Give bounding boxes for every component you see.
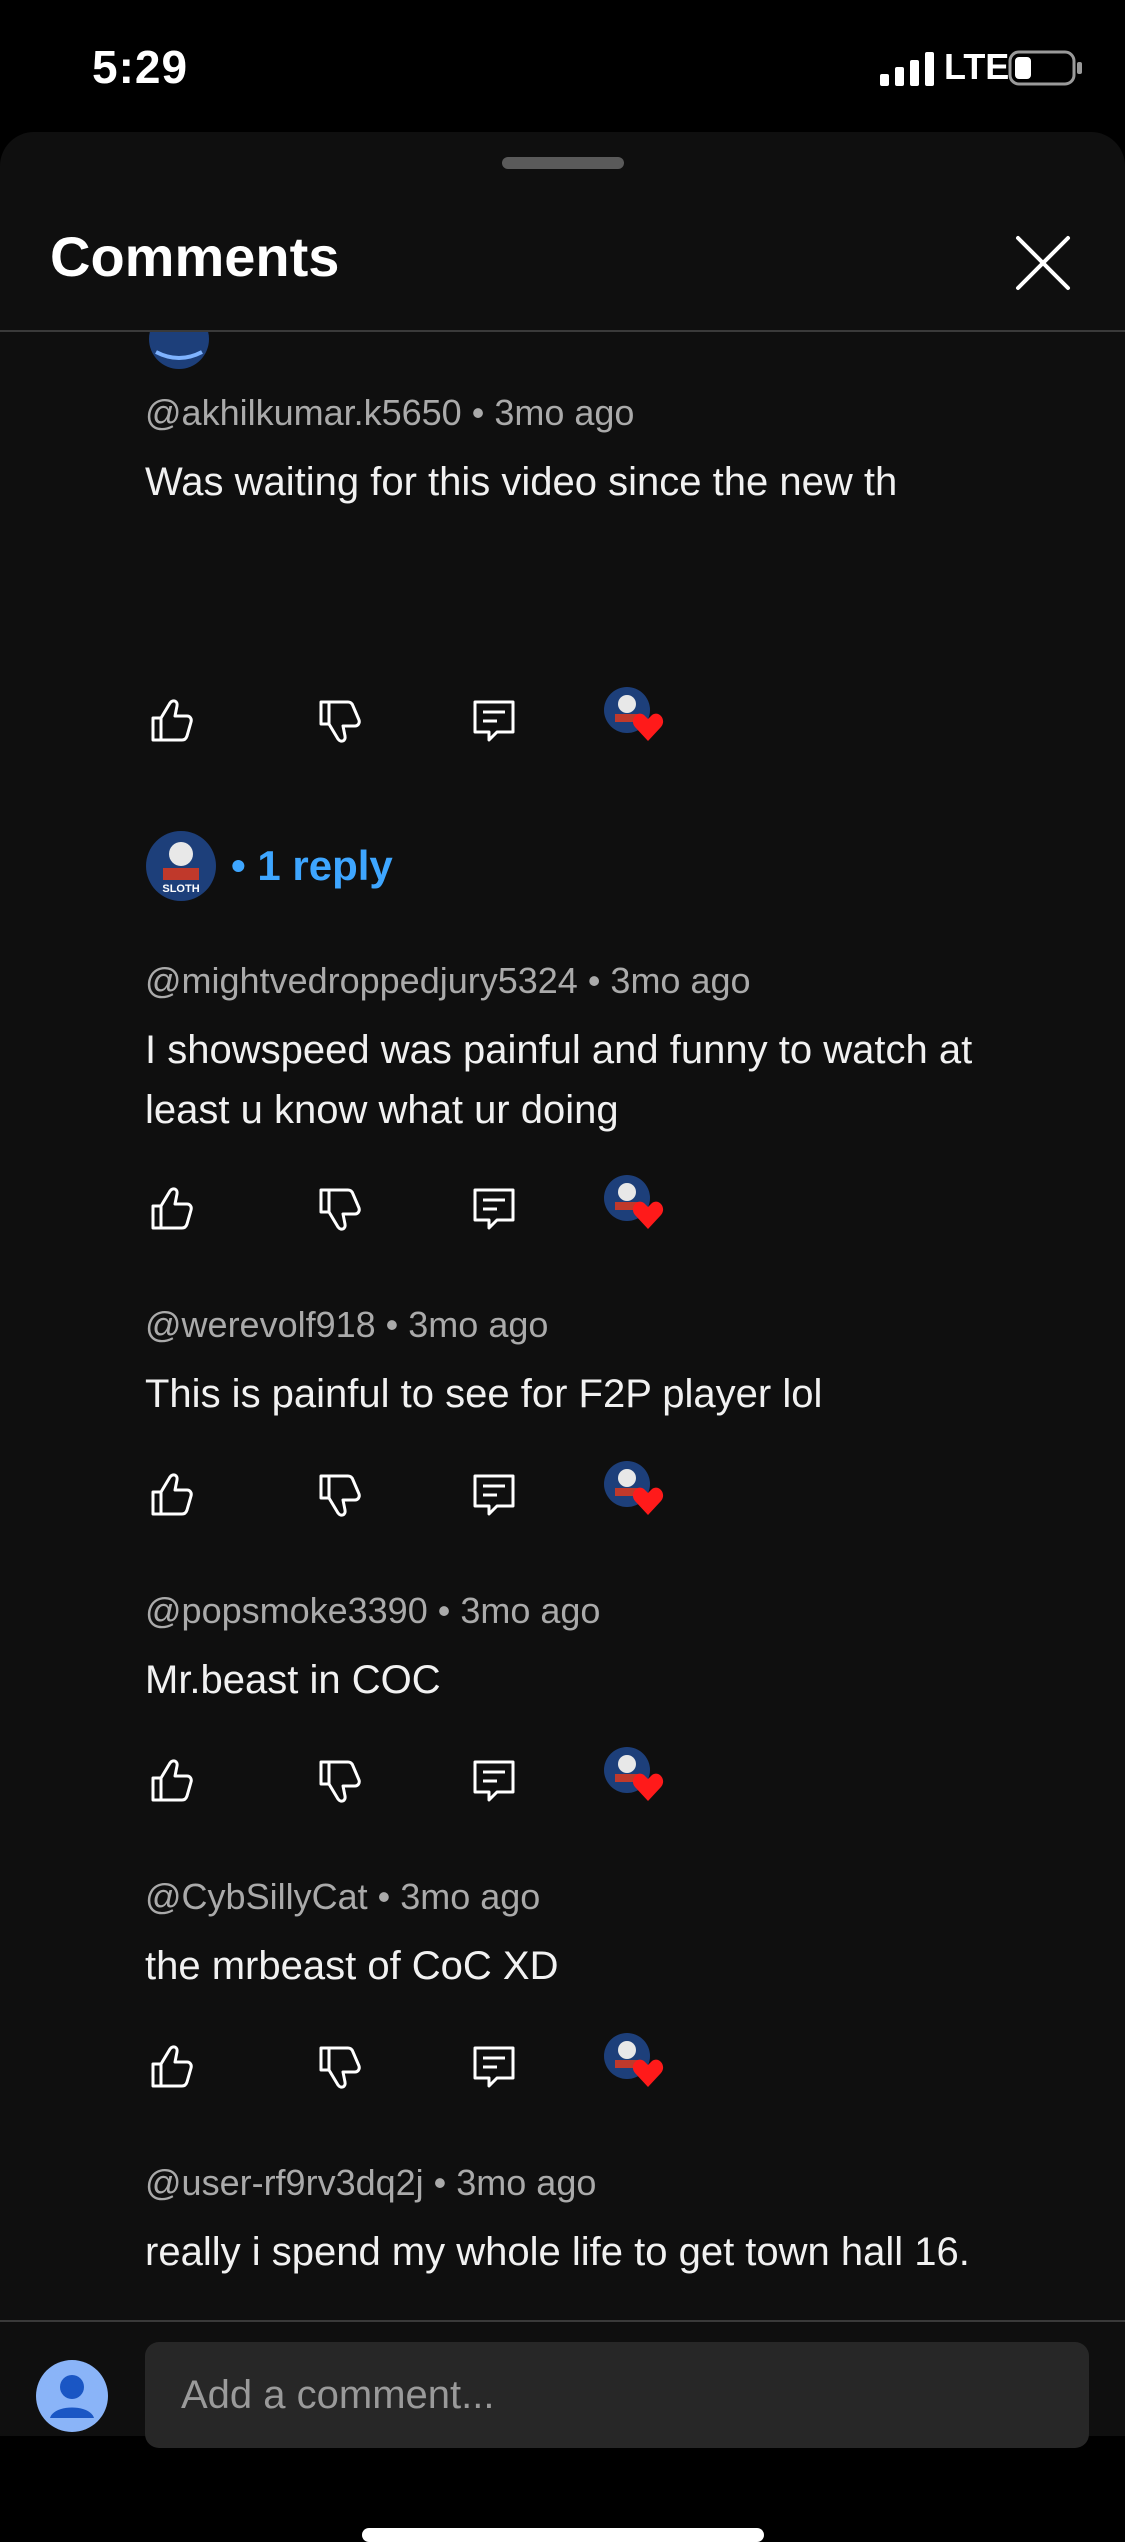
like-icon[interactable] [145,1182,199,1236]
replies-button[interactable]: SLOTH • 1 reply [145,830,745,910]
comment-text: Mr.beast in COC [145,1658,441,1702]
reply-icon[interactable] [467,1468,521,1522]
creator-heart [603,1460,673,1530]
user-avatar-icon[interactable] [36,2360,108,2432]
comment-actions [145,1175,1065,1242]
comments-sheet: Comments @akhilkumar.k5650 • 3mo ago Was w… [0,132,1125,2542]
separator: • [433,2162,447,2203]
drag-handle[interactable] [502,157,624,169]
comment-text: really i spend my whole life to get town… [145,2230,970,2274]
creator-heart-icon [632,1773,664,1801]
dislike-icon[interactable] [313,1468,367,1522]
reply-icon[interactable] [467,1182,521,1236]
like-icon[interactable] [145,2040,199,2094]
reply-icon[interactable] [467,2040,521,2094]
separator: • [587,960,601,1001]
creator-heart [603,2032,673,2102]
home-indicator[interactable] [362,2528,764,2542]
comment-actions [145,687,1065,754]
comment-age: 3mo ago [408,1304,549,1345]
composer-divider [0,2320,1125,2322]
comment-author[interactable]: @popsmoke3390 [145,1590,428,1631]
comment-age: 3mo ago [460,1590,601,1631]
comment-item: @mightvedroppedjury5324 • 3mo ago I showsp… [145,960,1065,1140]
comment-text: I showspeed was painful and funny to wat… [145,1028,973,1132]
reply-icon[interactable] [467,1754,521,1808]
creator-heart [603,1174,673,1244]
dislike-icon[interactable] [313,1182,367,1236]
comment-author[interactable]: @werevolf918 [145,1304,376,1345]
comment-actions [145,1461,1065,1528]
separator: • [377,1876,391,1917]
like-icon[interactable] [145,694,199,748]
comment-item: @akhilkumar.k5650 • 3mo ago Was waiting fo… [145,392,1065,512]
reply-count-label: 1 reply [257,842,393,889]
like-icon[interactable] [145,1754,199,1808]
reply-avatar-text: SLOTH [162,883,199,895]
separator: • [471,392,485,433]
network-type: LTE [944,46,1010,87]
comment-text: the mrbeast of CoC XD [145,1944,559,1988]
cellular-signal-icon [880,52,934,86]
creator-heart-icon [632,1487,664,1515]
dislike-icon[interactable] [313,2040,367,2094]
status-bar: 5:29 LTE [0,0,1125,132]
comment-meta: @werevolf918 • 3mo ago [145,1304,1065,1346]
avatar-partial [149,332,209,369]
comment-age: 3mo ago [400,1876,541,1917]
comment-meta: @popsmoke3390 • 3mo ago [145,1590,1065,1632]
comment-text: This is painful to see for F2P player lo… [145,1372,823,1416]
dislike-icon[interactable] [313,694,367,748]
panel-title: Comments [50,225,340,288]
comment-age: 3mo ago [494,392,635,433]
comment-actions [145,1747,1065,1814]
creator-heart [603,1746,673,1816]
add-comment-input[interactable] [145,2342,1089,2448]
creator-heart [603,686,673,756]
dislike-icon[interactable] [313,1754,367,1808]
comment-meta: @mightvedroppedjury5324 • 3mo ago [145,960,1065,1002]
comment-item: @user-rf9rv3dq2j • 3mo ago really i spend … [145,2162,1065,2282]
creator-heart-icon [632,2059,664,2087]
battery-icon [1008,50,1082,86]
comment-item: @CybSillyCat • 3mo ago the mrbeast of CoC … [145,1876,1065,1996]
close-icon[interactable] [1008,228,1078,298]
comment-author[interactable]: @akhilkumar.k5650 [145,392,462,433]
comment-actions [145,2033,1065,2100]
comment-age: 3mo ago [610,960,751,1001]
comment-list[interactable]: @akhilkumar.k5650 • 3mo ago Was waiting fo… [0,332,1125,2320]
comment-meta: @akhilkumar.k5650 • 3mo ago [145,392,1065,434]
comment-meta: @user-rf9rv3dq2j • 3mo ago [145,2162,1065,2204]
comment-item: @werevolf918 • 3mo ago This is painful to … [145,1304,1065,1424]
comment-author[interactable]: @user-rf9rv3dq2j [145,2162,424,2203]
separator: • [385,1304,399,1345]
reply-avatar: SLOTH [146,831,216,901]
comment-item: @popsmoke3390 • 3mo ago Mr.beast in COC [145,1590,1065,1710]
like-icon[interactable] [145,1468,199,1522]
reply-count[interactable]: • 1 reply [231,842,393,890]
comment-author[interactable]: @CybSillyCat [145,1876,368,1917]
comment-age: 3mo ago [456,2162,597,2203]
separator: • [437,1590,451,1631]
comment-author[interactable]: @mightvedroppedjury5324 [145,960,578,1001]
reply-icon[interactable] [467,694,521,748]
creator-heart-icon [632,1201,664,1229]
comment-text: Was waiting for this video since the new… [145,460,898,504]
comment-meta: @CybSillyCat • 3mo ago [145,1876,1065,1918]
clock: 5:29 [92,41,189,93]
creator-heart-icon [632,713,664,741]
